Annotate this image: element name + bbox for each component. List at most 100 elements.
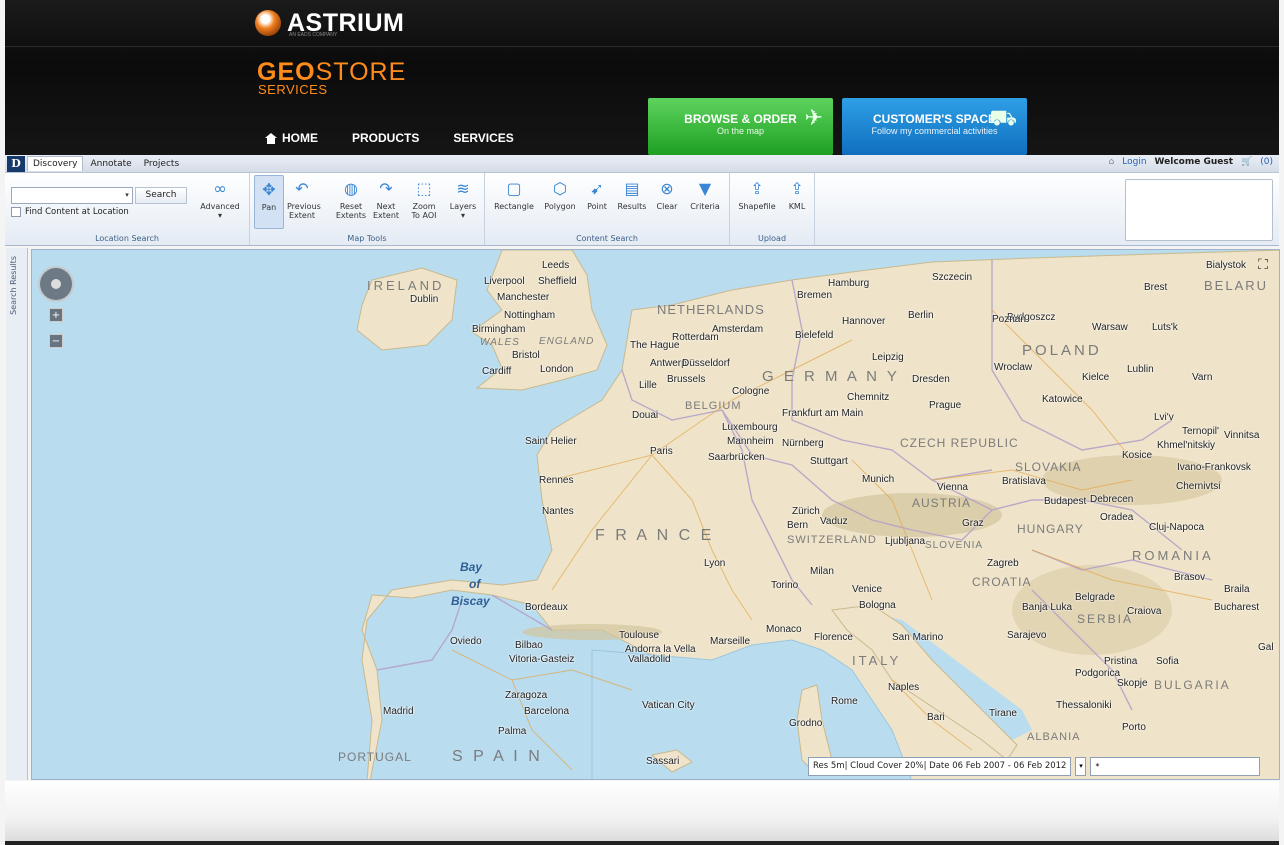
country-label: ENGLAND — [539, 336, 595, 347]
city-label: Banja Luka — [1022, 602, 1073, 613]
city-label: Nürnberg — [782, 438, 824, 449]
login-link[interactable]: Login — [1122, 157, 1146, 167]
city-label: Mannheim — [727, 436, 774, 447]
kml-tool[interactable]: ⇪ KML — [784, 175, 810, 211]
astrium-logo-icon — [255, 10, 281, 36]
city-label: Leipzig — [872, 352, 904, 363]
location-search-input[interactable]: ▾ — [11, 187, 133, 204]
nav-products[interactable]: PRODUCTS — [352, 131, 419, 145]
nav-home[interactable]: HOME — [265, 131, 318, 145]
country-label: ALBANIA — [1027, 731, 1081, 743]
clear-tool[interactable]: ⊗ Clear — [653, 175, 681, 211]
advanced-button[interactable]: ∞ Advanced ▾ — [195, 175, 245, 220]
app-tab-bar: D Discovery Annotate Projects ⌂ Login We… — [5, 155, 1279, 173]
filter-input[interactable]: * — [1090, 756, 1261, 776]
city-label: Torino — [771, 580, 799, 591]
city-label: Kosice — [1122, 450, 1153, 461]
city-label: Szczecin — [932, 272, 973, 283]
polygon-tool[interactable]: ⬡ Polygon — [541, 175, 579, 211]
previous-extent-label: Previous Extent — [287, 202, 321, 220]
next-extent-tool[interactable]: ↷ Next Extent — [371, 175, 401, 220]
map-viewport[interactable]: Bay of Biscay IRELAND NETHERLANDS BELGIU… — [31, 249, 1280, 780]
zoom-aoi-tool[interactable]: ⬚ Zoom To AOI — [407, 175, 441, 220]
city-label: Bialystok — [1206, 260, 1247, 271]
zoom-in-button[interactable]: + — [49, 308, 63, 322]
city-label: Kielce — [1082, 372, 1110, 383]
cart-count[interactable]: (0) — [1260, 157, 1273, 167]
city-label: Manchester — [497, 292, 550, 303]
city-label: Valladolid — [628, 654, 671, 665]
city-label: Rennes — [539, 475, 574, 486]
filter-dropdown-button[interactable]: ▾ — [1075, 756, 1087, 776]
rectangle-tool[interactable]: ▢ Rectangle — [491, 175, 537, 211]
previous-extent-tool[interactable]: ↶ Previous Extent — [287, 175, 321, 220]
geostore-logo-light: STORE — [315, 58, 407, 86]
pan-control[interactable] — [38, 266, 74, 302]
find-content-checkbox[interactable]: Find Content at Location — [11, 207, 129, 217]
cart-icon[interactable]: 🛒 — [1241, 157, 1252, 167]
zoom-out-button[interactable]: − — [49, 334, 63, 348]
reset-extents-tool[interactable]: ◍ Reset Extents — [334, 175, 368, 220]
tab-annotate[interactable]: Annotate — [85, 157, 136, 171]
city-label: Sarajevo — [1007, 630, 1047, 641]
tab-projects[interactable]: Projects — [139, 157, 184, 171]
zoom-aoi-label: Zoom To AOI — [411, 202, 437, 220]
chevron-down-icon[interactable]: ▾ — [122, 188, 132, 203]
city-label: Monaco — [766, 624, 802, 635]
city-label: Porto — [1122, 722, 1146, 733]
reset-extents-label: Reset Extents — [335, 202, 367, 220]
city-label: Munich — [862, 474, 895, 485]
fullscreen-icon[interactable]: ⛶ — [1253, 255, 1273, 275]
city-label: Vienna — [937, 482, 968, 493]
city-label: Paris — [650, 446, 673, 457]
city-label: Debrecen — [1090, 494, 1134, 505]
city-label: Amsterdam — [712, 324, 764, 335]
criteria-tool[interactable]: ▼ Criteria — [685, 175, 725, 211]
geostore-services-label: SERVICES — [258, 82, 328, 97]
shapefile-tool[interactable]: ⇪ Shapefile — [735, 175, 779, 211]
previous-extent-icon: ↶ — [295, 178, 309, 198]
city-label: Ljubljana — [885, 536, 926, 547]
results-tool[interactable]: ▤ Results — [615, 175, 649, 211]
filter-summary[interactable]: Res 5m| Cloud Cover 20%| Date 06 Feb 200… — [808, 756, 1072, 776]
page-footer — [5, 781, 1279, 845]
content-search-group: ▢ Rectangle ⬡ Polygon ➹ Point ▤ Results … — [485, 173, 730, 245]
browse-order-button[interactable]: BROWSE & ORDER On the map ✈ — [648, 98, 833, 155]
checkbox-box[interactable] — [11, 207, 21, 217]
search-button[interactable]: Search — [135, 187, 187, 204]
city-label: Dublin — [410, 294, 439, 305]
results-label: Results — [617, 202, 647, 211]
city-label: Sofia — [1156, 656, 1179, 667]
city-label: Lyon — [704, 558, 726, 569]
pan-tool[interactable]: ✥ Pan — [254, 175, 284, 229]
country-label: SLOVENIA — [925, 540, 984, 551]
tab-discovery[interactable]: Discovery — [27, 156, 84, 171]
city-label: Leeds — [542, 260, 570, 271]
city-label: Brest — [1144, 282, 1168, 293]
city-label: Florence — [814, 632, 853, 643]
polygon-icon: ⬡ — [553, 178, 567, 198]
water-label-biscay: Biscay — [451, 594, 490, 608]
layers-tool[interactable]: ≋ Layers ▾ — [446, 175, 480, 220]
main-nav: HOME PRODUCTS SERVICES — [265, 131, 514, 145]
city-label: Venice — [852, 584, 883, 595]
city-label: Birmingham — [472, 324, 526, 335]
country-label: CROATIA — [972, 575, 1032, 589]
search-results-tab[interactable]: Search Results — [6, 248, 28, 780]
city-label: Ternopil' — [1182, 426, 1219, 437]
point-tool[interactable]: ➹ Point — [583, 175, 611, 211]
zoom-aoi-icon: ⬚ — [416, 178, 432, 198]
city-label: Wroclaw — [994, 362, 1033, 373]
cart-user-icon: ⛟ — [989, 106, 1017, 131]
upload-label: Upload — [757, 234, 787, 243]
city-label: Varn — [1192, 372, 1213, 383]
footer-divider — [5, 841, 1279, 845]
city-label: Bielefeld — [795, 330, 834, 341]
city-label: Chemnitz — [847, 392, 890, 403]
binoculars-icon: ∞ — [213, 178, 227, 198]
city-label: Vitoria-Gasteiz — [509, 654, 575, 665]
customer-space-button[interactable]: CUSTOMER'S SPACE Follow my commercial ac… — [842, 98, 1027, 155]
layers-dropdown-icon: ▾ — [460, 211, 465, 220]
city-label: Thessaloniki — [1056, 700, 1112, 711]
nav-services[interactable]: SERVICES — [453, 131, 513, 145]
